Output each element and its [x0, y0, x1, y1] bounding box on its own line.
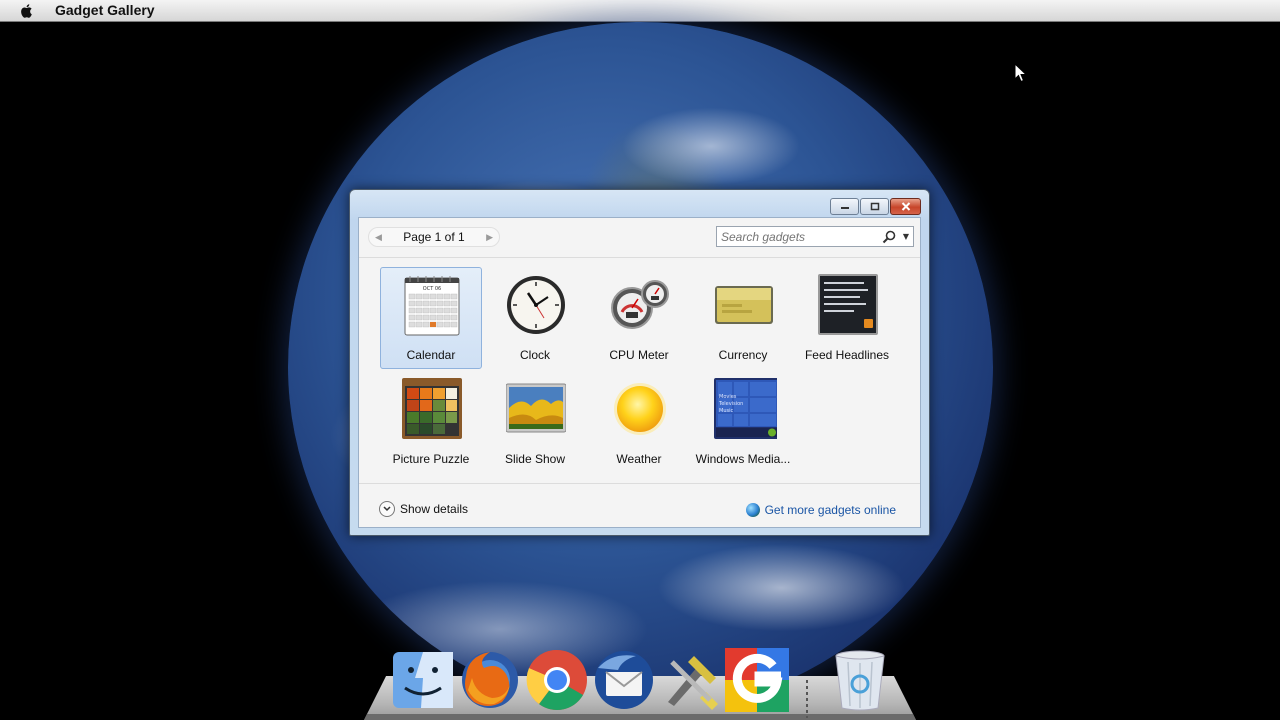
- globe-icon: [745, 503, 760, 517]
- cpu-meter-gadget-icon: [611, 280, 669, 329]
- picture-puzzle-gadget-icon: [402, 378, 462, 439]
- gadget-label: Currency: [718, 348, 768, 362]
- gadget-gallery-window: ◀ Page 1 of 1 ▶ ▼ OCT 06: [349, 189, 930, 536]
- media-line: Television: [718, 401, 743, 407]
- slide-show-gadget-icon: [506, 383, 566, 433]
- gadget-feed-headlines[interactable]: Feed Headlines: [796, 267, 898, 369]
- divider: [359, 257, 920, 258]
- search-icon[interactable]: [881, 229, 897, 245]
- thunderbird-icon[interactable]: [592, 648, 656, 712]
- search-dropdown-icon[interactable]: ▼: [899, 232, 913, 241]
- clock-gadget-icon: [507, 276, 565, 334]
- xcode-tools-icon[interactable]: [658, 648, 722, 712]
- triangle-right-icon[interactable]: ▶: [486, 232, 493, 243]
- window-controls: [830, 198, 921, 215]
- gadget-cpu-meter[interactable]: CPU Meter: [588, 267, 690, 369]
- gadget-label: Slide Show: [504, 452, 566, 466]
- search-box: ▼: [716, 226, 914, 247]
- chrome-icon[interactable]: [525, 648, 589, 712]
- gadget-clock[interactable]: Clock: [484, 267, 586, 369]
- gallery-content: ◀ Page 1 of 1 ▶ ▼ OCT 06: [358, 217, 921, 528]
- show-details-label: Show details: [400, 502, 469, 516]
- gadget-slide-show[interactable]: Slide Show: [484, 371, 586, 473]
- gadget-label: Weather: [616, 452, 662, 466]
- gadget-label: Clock: [519, 348, 550, 362]
- show-details-toggle[interactable]: Show details: [379, 501, 468, 517]
- page-navigator: ◀ Page 1 of 1 ▶: [368, 227, 500, 247]
- maximize-button[interactable]: [860, 198, 889, 215]
- gadget-weather[interactable]: Weather: [588, 371, 690, 473]
- feed-headlines-gadget-icon: [818, 274, 878, 335]
- windows-media-gadget-icon: Movies Television Music: [714, 378, 777, 439]
- gadget-label: Calendar: [406, 348, 456, 362]
- chevron-down-icon: [379, 501, 395, 517]
- weather-gadget-icon: [614, 383, 666, 435]
- close-icon: [901, 202, 910, 211]
- gadget-calendar[interactable]: OCT 06 Calendar: [380, 267, 482, 369]
- app-title[interactable]: Gadget Gallery: [55, 2, 155, 18]
- trash-icon[interactable]: [828, 648, 892, 712]
- page-indicator: Page 1 of 1: [403, 230, 465, 244]
- media-line: Movies: [719, 394, 737, 400]
- gadget-label: CPU Meter: [609, 348, 669, 362]
- apple-logo-icon[interactable]: [18, 2, 36, 20]
- get-more-gadgets-label: Get more gadgets online: [764, 503, 896, 517]
- finder-icon[interactable]: [391, 648, 455, 712]
- firefox-icon[interactable]: [458, 648, 522, 712]
- google-icon[interactable]: [725, 648, 789, 712]
- gadget-windows-media[interactable]: Movies Television Music Windows Media...: [692, 371, 794, 473]
- calendar-gadget-icon: OCT 06: [404, 276, 460, 336]
- divider: [359, 483, 920, 484]
- gadget-picture-puzzle[interactable]: Picture Puzzle: [380, 371, 482, 473]
- mouse-cursor-icon: [1014, 63, 1028, 83]
- dock-separator: [806, 680, 808, 718]
- get-more-gadgets-link[interactable]: Get more gadgets online: [745, 503, 896, 517]
- menu-bar: Gadget Gallery: [0, 0, 1280, 22]
- gadget-label: Windows Media...: [695, 452, 791, 466]
- minimize-icon: [840, 206, 849, 209]
- currency-gadget-icon: [715, 286, 773, 324]
- gadget-label: Feed Headlines: [804, 348, 890, 362]
- gadget-currency[interactable]: Currency: [692, 267, 794, 369]
- media-line: Music: [719, 408, 733, 414]
- search-input[interactable]: [717, 228, 881, 245]
- close-button[interactable]: [890, 198, 921, 215]
- gadget-label: Picture Puzzle: [392, 452, 470, 466]
- minimize-button[interactable]: [830, 198, 859, 215]
- triangle-left-icon[interactable]: ◀: [375, 232, 382, 243]
- maximize-icon: [870, 202, 879, 211]
- calendar-month-text: OCT 06: [423, 286, 441, 292]
